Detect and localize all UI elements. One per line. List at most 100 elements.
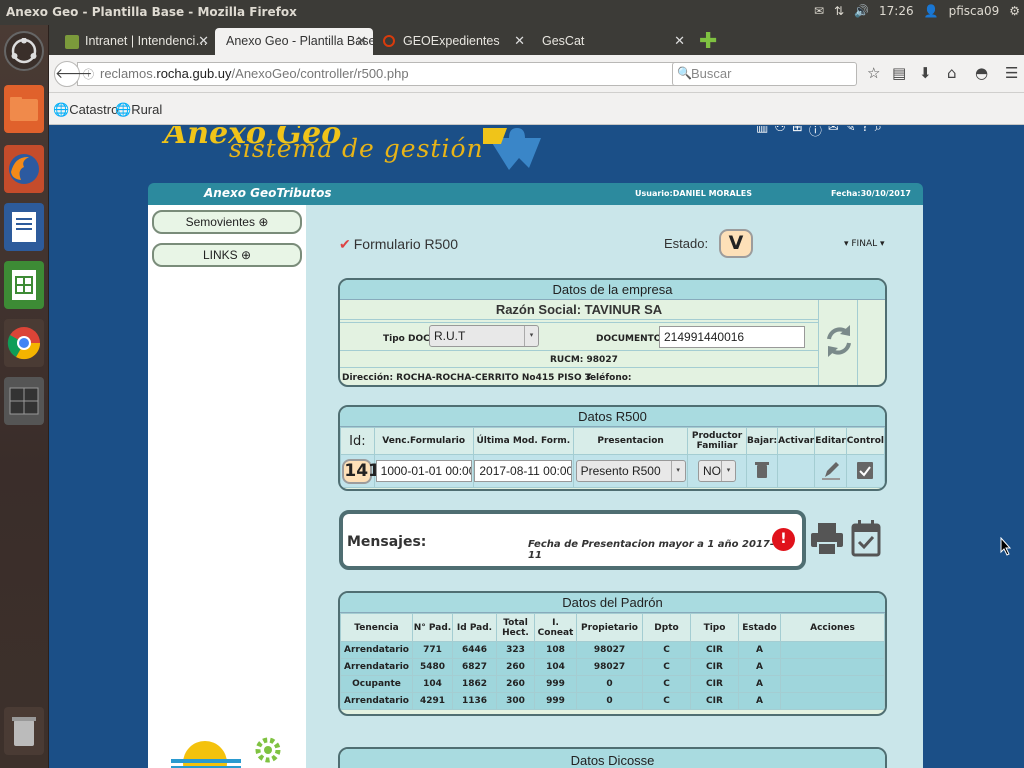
page-content: Anexo Geo sistema de gestión ▥ ⚇ ⊞ ⓘ ✉ ✎… [49,126,1024,768]
network-icon[interactable]: ⇅ [834,4,844,18]
tab-geoexpedientes[interactable]: GEOExpedientes ✕ [373,28,531,55]
edit-icon[interactable]: ✎ [845,126,856,139]
clock[interactable]: 17:26 [879,4,914,18]
add-icon[interactable]: ⊞ [792,126,803,139]
calendar-check-icon[interactable] [851,518,881,558]
settings-gear-icon[interactable]: ⚙ [1009,4,1020,18]
r500-panel: Datos R500 Id: Venc.Formulario Última Mo… [338,405,887,491]
col-venc: Venc.Formulario [373,427,474,455]
table-row[interactable]: Arrendatario 4291 1136 300 999 0 C CIR A [340,692,885,710]
ultima-mod-input[interactable]: 2017-08-11 00:00:00 [474,460,573,482]
edit-pencil-icon[interactable] [821,459,841,481]
alert-icon: ! [772,528,795,551]
table-row[interactable]: Ocupante 104 1862 260 999 0 C CIR A [340,675,885,693]
mail-icon[interactable]: ✉ [814,4,824,18]
divider [340,322,818,323]
trash-icon[interactable] [755,461,770,479]
tab-anexo-geo[interactable]: Anexo Geo - Plantilla Base ✕ [215,28,373,55]
r500-table: Id: Venc.Formulario Última Mod. Form. Pr… [340,427,885,488]
trash-icon[interactable] [4,707,44,755]
padron-panel: Datos del Padrón Tenencia N° Pad. Id Pad… [338,591,887,716]
volume-icon[interactable]: 🔊 [854,4,869,18]
check-icon: ✔ [339,236,351,252]
tab-intranet[interactable]: Intranet | Intendenci… ✕ [55,28,215,55]
bookmark-star-icon[interactable]: ☆ [867,64,880,82]
close-tab-icon[interactable]: ✕ [356,33,367,49]
user-label: Usuario:DANIEL MORALES [635,189,753,198]
home-icon[interactable]: ⌂ [947,64,957,82]
people-icon[interactable]: ⚇ [774,126,786,139]
print-icon[interactable] [810,521,844,557]
back-arrow-icon: 🡐 [55,66,93,82]
mensajes-box: Mensajes: Fecha de Presentacion mayor a … [339,510,806,570]
url-path: /AnexoGeo/controller/r500.php [231,66,409,81]
stats-icon[interactable]: ▥ [756,126,768,139]
pocket-icon[interactable]: ◓ [975,64,988,82]
downloads-icon[interactable]: ⬇ [919,64,932,82]
help-icon[interactable]: ? [862,126,869,139]
final-dropdown[interactable]: ▾ FINAL ▾ [844,239,885,249]
close-tab-icon[interactable]: ✕ [674,33,685,49]
empresa-panel: Datos de la empresa Razón Social: TAVINU… [338,278,887,387]
puzzle-logo-icon [483,128,541,170]
mail-icon[interactable]: ✉ [828,126,839,139]
close-tab-icon[interactable]: ✕ [514,33,525,49]
divider [340,367,818,368]
col-control: Control [845,427,885,455]
opera-like-favicon-icon [383,35,395,47]
control-cell [845,454,885,488]
ubuntu-dash-icon[interactable] [4,31,44,71]
form-title: ✔ Formulario R500 [339,236,458,252]
gear-logo-icon [255,737,281,763]
tab-gescat[interactable]: GesCat ✕ [531,28,691,55]
col-bajar: Bajar: [746,427,779,455]
window-title: Anexo Geo - Plantilla Base - Mozilla Fir… [6,5,297,19]
close-tab-icon[interactable]: ✕ [198,33,209,49]
workspace-switcher-icon[interactable] [4,377,44,425]
venc-input[interactable]: 1000-01-01 00:00:00 [375,460,472,482]
presentacion-select[interactable]: Presento R500 ▾ [575,460,686,482]
firefox-icon[interactable] [4,145,44,193]
refresh-icon[interactable] [824,321,854,361]
search-input[interactable]: 🔍 Buscar [672,62,857,86]
tab-label: GEOExpedientes [403,34,500,48]
search-icon[interactable]: ⌕ [875,126,882,139]
col-id: Id: [340,427,375,455]
reading-list-icon[interactable]: ▤ [892,64,906,82]
venc-cell: 1000-01-01 00:00:00 [373,454,474,488]
documento-label: DOCUMENTO: [596,334,666,344]
url-host: rocha.gub.uy [156,66,232,81]
favicon-icon [65,35,79,49]
id-badge: 141 [342,458,380,484]
documento-input[interactable]: 214991440016 [659,326,805,348]
col-propietario: Propietario [576,613,643,642]
tipo-doc-select[interactable]: R.U.T ▾ [429,325,539,347]
back-button[interactable]: 🡐 [54,61,93,87]
user-name[interactable]: pfisca09 [949,4,1000,18]
table-row[interactable]: Arrendatario 771 6446 323 108 98027 C CIR A [340,641,885,659]
calc-icon[interactable] [4,261,44,309]
app-title: Anexo GeoTributos [204,186,332,200]
col-total-hect: Total Hect. [496,613,535,642]
writer-icon[interactable] [4,203,44,251]
search-placeholder: Buscar [691,66,732,81]
files-icon[interactable] [4,85,44,133]
bookmark-rural[interactable]: 🌐Rural [115,102,162,118]
col-ultima-mod: Última Mod. Form. [472,427,575,455]
estado-badge: V [719,229,753,258]
table-row[interactable]: Arrendatario 5480 6827 260 104 98027 C CIR A [340,658,885,676]
productor-select[interactable]: NO ▾ [698,460,737,482]
info-icon[interactable]: ⓘ [809,126,822,139]
chrome-icon[interactable] [4,319,44,367]
menu-icon[interactable]: ☰ [1005,64,1018,82]
bookmark-catastro[interactable]: 🌐Catastro [53,102,118,118]
sidebar-item-links[interactable]: LINKS ⊕ [152,243,302,267]
url-bar[interactable]: ⓘ reclamos.rocha.gub.uy/AnexoGeo/control… [77,62,717,86]
date-label: Fecha:30/10/2017 [831,189,911,198]
sidebar-item-semovientes[interactable]: Semovientes ⊕ [152,210,302,234]
rucm: RUCM: 98027 [550,355,618,365]
new-tab-plus-icon[interactable]: ✚ [699,29,717,54]
clipboard-check-icon[interactable] [856,460,874,480]
footer-logo-icon [171,741,241,768]
chevron-down-icon: ▾ [524,326,538,346]
